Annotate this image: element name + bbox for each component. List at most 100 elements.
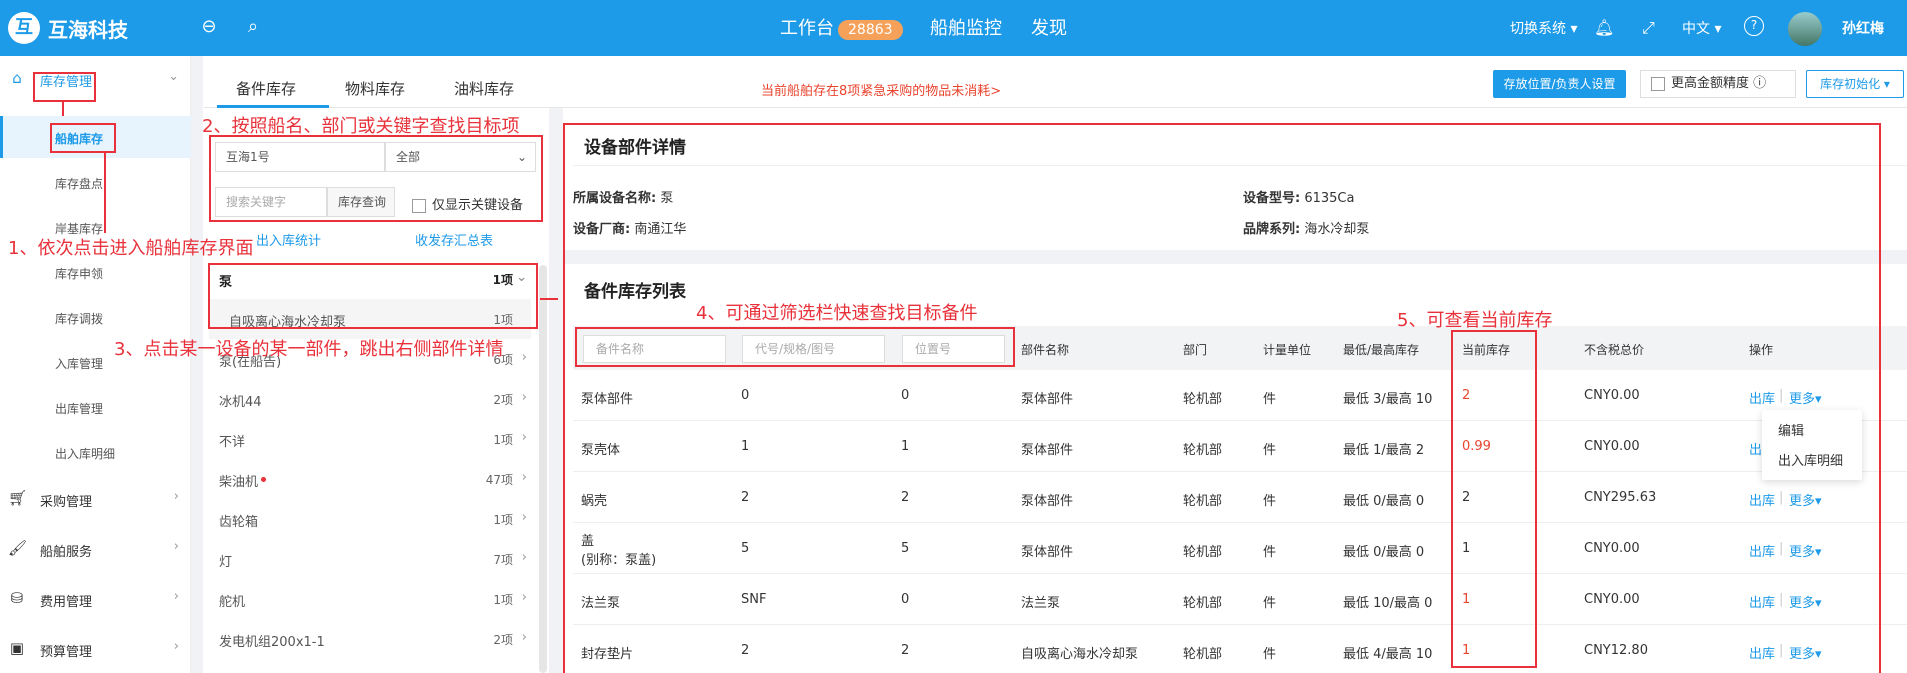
sidebar-sub-details[interactable]: 出入库明细 [0, 431, 191, 473]
list-item[interactable]: 齿轮箱 1项 › [209, 499, 531, 539]
sidebar-item-budget[interactable]: ▣ 预算管理 › [0, 626, 191, 670]
sidebar-item-inventory[interactable]: ⌂ 库存管理 ⌄ [0, 56, 191, 100]
sidebar-sub-ship-stock[interactable]: 船舶库存 [0, 116, 191, 158]
device-name: 泵 [219, 275, 233, 290]
cell-code: 0 [741, 388, 750, 403]
more-link[interactable]: 更多▾ [1789, 388, 1822, 407]
list-item[interactable]: 冰机44 2项 › [209, 379, 531, 419]
column-header: 当前库存 [1462, 343, 1511, 357]
ship-select[interactable]: 互海1号 [215, 142, 385, 172]
keyword-input[interactable]: 搜索关键字 [215, 187, 327, 217]
list-item[interactable]: 柴油机 47项 › [209, 459, 531, 499]
list-item[interactable]: 不详 1项 › [209, 419, 531, 459]
cell-part: 泵体部件 [1021, 545, 1074, 560]
menu-item-inout-details[interactable]: 出入库明细 [1778, 450, 1843, 469]
outbound-link[interactable]: 出库 [1749, 592, 1775, 611]
list-item[interactable]: 发电机组200x1-1 2项 › [209, 619, 531, 659]
cell-unit: 件 [1263, 545, 1277, 560]
device-count: 1项 [492, 273, 513, 287]
annotation-text: 2、按照船名、部门或关键字查找目标项 [202, 116, 520, 137]
sidebar-item-expense[interactable]: ⛁ 费用管理 › [0, 576, 191, 620]
brand-field: 品牌系列: 海水冷却泵 [1243, 218, 1369, 237]
menu-item-edit[interactable]: 编辑 [1778, 420, 1804, 439]
cell-minmax: 最低 0/最高 0 [1343, 545, 1425, 560]
device-name: 灯 [219, 555, 233, 570]
outbound-link[interactable]: 出库 [1749, 388, 1775, 407]
part-name-filter[interactable]: 备件名称 [583, 335, 726, 363]
search-button[interactable]: 库存查询 [327, 187, 395, 217]
table-row[interactable]: 蜗壳 2 2 泵体部件 轮机部 件 最低 0/最高 0 2 CNY295.63 … [573, 472, 1907, 523]
more-link[interactable]: 更多▾ [1789, 592, 1822, 611]
tab-spare-parts[interactable]: 备件库存 [236, 78, 296, 99]
table-row[interactable]: 封存垫片 2 2 自吸离心海水冷却泵 轮机部 件 最低 4/最高 10 1 CN… [573, 625, 1907, 673]
more-link[interactable]: 更多▾ [1789, 541, 1822, 560]
summary-link[interactable]: 收发存汇总表 [415, 230, 493, 249]
fullscreen-icon[interactable]: ⤢ [1642, 18, 1655, 38]
location-filter[interactable]: 位置号 [902, 335, 1005, 363]
only-key-checkbox[interactable]: 仅显示关键设备 [412, 194, 523, 213]
cell-dept: 轮机部 [1183, 596, 1223, 611]
code-filter[interactable]: 代号/规格/图号 [742, 335, 885, 363]
gutter [549, 108, 563, 673]
more-dropdown-menu: 编辑 出入库明细 [1762, 410, 1862, 480]
sidebar-sub-outbound[interactable]: 出库管理 [0, 386, 191, 428]
back-icon[interactable]: ⊖ [198, 16, 220, 38]
logo-icon: 互 [8, 12, 40, 44]
list-item[interactable]: 泵 1项 ⌄ [209, 259, 531, 299]
sidebar-sub-transfer[interactable]: 库存调拨 [0, 296, 191, 338]
cell-part: 泵体部件 [1021, 443, 1074, 458]
cell-stock: 1 [1462, 592, 1471, 607]
more-link[interactable]: 更多▾ [1789, 643, 1822, 662]
field-label: 品牌系列: [1243, 222, 1301, 237]
cell-stock: 1 [1462, 541, 1471, 556]
table-row[interactable]: 法兰泵 SNF 0 法兰泵 轮机部 件 最低 10/最高 0 1 CNY0.00… [573, 574, 1907, 625]
list-item[interactable]: 灯 7项 › [209, 539, 531, 579]
avatar[interactable] [1788, 12, 1822, 46]
cell-price: CNY295.63 [1584, 490, 1657, 505]
tab-oil[interactable]: 油料库存 [454, 78, 514, 99]
cell-location: 1 [901, 439, 910, 454]
table-row[interactable]: 泵壳体 1 1 泵体部件 轮机部 件 最低 1/最高 2 0.99 CNY0.0… [573, 421, 1907, 472]
chevron-right-icon: › [521, 390, 527, 405]
cell-name: 盖 [581, 534, 595, 549]
outbound-link[interactable]: 出库 [1749, 541, 1775, 560]
sidebar-item-ship-service[interactable]: 🖌︎ 船舶服务 › [0, 526, 191, 570]
cell-name: 封存垫片 [581, 647, 634, 662]
sidebar-item-purchase[interactable]: 🛒︎ 采购管理 › [0, 476, 191, 520]
list-item[interactable]: 舵机 1项 › [209, 579, 531, 619]
cell-dept: 轮机部 [1183, 443, 1223, 458]
language-select[interactable]: 中文 ▾ [1682, 18, 1721, 38]
cell-name: 法兰泵 [581, 596, 621, 611]
sidebar-item-label: 费用管理 [40, 595, 93, 610]
outbound-link[interactable]: 出库 [1749, 643, 1775, 662]
bell-icon[interactable]: 🔔︎ [1594, 18, 1614, 37]
search-icon[interactable]: ⌕ [242, 16, 264, 38]
more-link[interactable]: 更多▾ [1789, 490, 1822, 509]
inout-stats-link[interactable]: 出入库统计 [256, 230, 321, 249]
device-list-scrollbar[interactable] [539, 265, 547, 673]
outbound-link[interactable]: 出库 [1749, 490, 1775, 509]
init-dropdown-button[interactable]: 库存初始化 ▾ [1806, 70, 1904, 98]
budget-icon: ▣ [9, 639, 25, 657]
switch-system[interactable]: 切换系统 ▾ [1510, 18, 1577, 38]
table-row[interactable]: 盖 (别称：泵盖) 5 5 泵体部件 轮机部 件 最低 0/最高 0 1 CNY… [573, 523, 1907, 574]
nav-workbench[interactable]: 工作台 28863 [780, 14, 903, 40]
top-bar: 互 互海科技 ⊖ ⌕ 工作台 28863 船舶监控 发现 切换系统 ▾ 🔔︎ ⤢ … [0, 0, 1907, 56]
sidebar-sub-stocktake[interactable]: 库存盘点 [0, 161, 191, 203]
urgent-warning-link[interactable]: 当前船舶存在8项紧急采购的物品未消耗> [761, 80, 1001, 99]
help-icon[interactable]: ? [1744, 16, 1764, 36]
device-count: 1项 [493, 313, 513, 327]
column-header: 部门 [1183, 343, 1208, 357]
dept-select[interactable]: 全部 ⌄ [385, 142, 536, 172]
nav-monitor[interactable]: 船舶监控 [930, 14, 1002, 40]
tab-materials[interactable]: 物料库存 [345, 78, 405, 99]
location-setting-button[interactable]: 存放位置/负责人设置 [1493, 70, 1626, 98]
field-label: 设备厂商: [573, 222, 631, 237]
nav-discover[interactable]: 发现 [1031, 14, 1067, 40]
annotation-text: 1、依次点击进入船舶库存界面 [8, 238, 254, 259]
sidebar-sub-label: 库存盘点 [55, 177, 104, 191]
table-row[interactable]: 泵体部件 0 0 泵体部件 轮机部 件 最低 3/最高 10 2 CNY0.00… [573, 370, 1907, 421]
precision-checkbox[interactable]: 更高金额精度 ⓘ [1640, 70, 1796, 98]
list-item[interactable]: 自吸离心海水冷却泵 1项 [209, 299, 531, 339]
username: 孙红梅 [1842, 21, 1884, 37]
